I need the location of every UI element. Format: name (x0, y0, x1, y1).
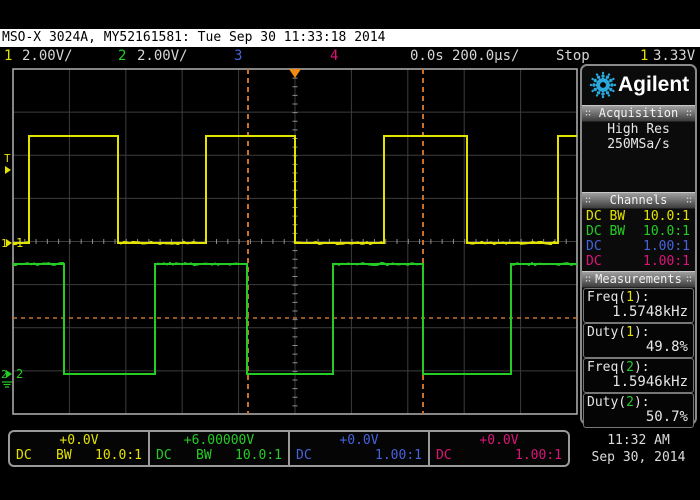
channel-row-2[interactable]: DC BW 10.0:1 (582, 224, 695, 239)
trigger-level[interactable]: 3.33V (653, 48, 695, 64)
grip-icon: ∷ (686, 272, 692, 287)
agilent-starburst-icon (588, 70, 618, 100)
measurements-header[interactable]: ∷ Measurements ∷ (582, 271, 695, 288)
grip-icon: ∷ (585, 193, 591, 208)
ch1-trace-label: 1 (16, 236, 23, 250)
grip-icon: ∷ (686, 106, 692, 121)
time: 11:32 AM (580, 432, 697, 449)
duty2-value: 50.7% (646, 409, 688, 425)
brand-name: Agilent (618, 73, 689, 97)
timebase[interactable]: 200.0µs/ (452, 48, 519, 64)
brand-area: Agilent (582, 66, 695, 105)
ch1-status-number[interactable]: 1 (4, 48, 12, 64)
oscilloscope-screen: MSO-X 3024A, MY52161581: Tue Sep 30 11:3… (0, 0, 700, 500)
acquisition-header[interactable]: ∷ Acquisition ∷ (582, 105, 695, 122)
ch4-status-number[interactable]: 4 (330, 48, 338, 64)
ch2-offset: +6.00000V (150, 433, 288, 448)
measurement-duty1[interactable]: Duty(1): 49.8% (583, 323, 694, 358)
channels-header[interactable]: ∷ Channels ∷ (582, 192, 695, 209)
ch3-status-number[interactable]: 3 (234, 48, 242, 64)
freq1-value: 1.5748kHz (612, 304, 688, 320)
ch1-settings-box[interactable]: +0.0V DCBW10.0:1 (10, 432, 150, 465)
ch3-settings-box[interactable]: +0.0V DC1.00:1 (290, 432, 430, 465)
channel-settings-bar: +0.0V DCBW10.0:1 +6.00000V DCBW10.0:1 +0… (8, 430, 570, 467)
trigger-level-arrow-icon (5, 166, 11, 174)
horizontal-delay[interactable]: 0.0s (410, 48, 444, 64)
ch4-settings-box[interactable]: +0.0V DC1.00:1 (430, 432, 568, 465)
ch2-scale[interactable]: 2.00V/ (137, 48, 188, 64)
ch2-ground-arrow-icon (6, 370, 12, 378)
channel-row-1[interactable]: DC BW 10.0:1 (582, 209, 695, 224)
measurement-freq1[interactable]: Freq(1): 1.5748kHz (583, 288, 694, 323)
measurement-duty2[interactable]: Duty(2): 50.7% (583, 393, 694, 428)
ch3-offset: +0.0V (290, 433, 428, 448)
grip-icon: ∷ (585, 272, 591, 287)
ch1-scale[interactable]: 2.00V/ (22, 48, 73, 64)
ch2-settings-box[interactable]: +6.00000V DCBW10.0:1 (150, 432, 290, 465)
freq2-value: 1.5946kHz (612, 374, 688, 390)
ch1-ground-arrow-icon (6, 239, 12, 247)
grip-icon: ∷ (585, 106, 591, 121)
sample-rate: 250MSa/s (582, 137, 695, 152)
acquisition-mode: High Res (582, 122, 695, 137)
waveform-display: T1122 (0, 66, 578, 428)
ch4-offset: +0.0V (430, 433, 568, 448)
ch2-status-number[interactable]: 2 (118, 48, 126, 64)
trigger-level-letter: T (4, 152, 11, 165)
channel-row-3[interactable]: DC 1.00:1 (582, 239, 695, 254)
ch1-offset: +0.0V (10, 433, 148, 448)
ch1-trace (13, 136, 577, 243)
sidebar: Agilent ∷ Acquisition ∷ High Res 250MSa/… (580, 64, 697, 425)
ch2-trace-label: 2 (16, 367, 23, 381)
trigger-source[interactable]: 1 (640, 48, 648, 64)
date: Sep 30, 2014 (580, 449, 697, 466)
acquisition-state: Stop (556, 48, 590, 64)
model-serial-datetime: MSO-X 3024A, MY52161581: Tue Sep 30 11:3… (2, 30, 386, 45)
measurement-freq2[interactable]: Freq(2): 1.5946kHz (583, 358, 694, 393)
duty1-value: 49.8% (646, 339, 688, 355)
channel-row-4[interactable]: DC 1.00:1 (582, 254, 695, 269)
title-band: MSO-X 3024A, MY52161581: Tue Sep 30 11:3… (0, 29, 700, 47)
grip-icon: ∷ (686, 193, 692, 208)
trigger-position-marker (289, 69, 301, 78)
clock: 11:32 AM Sep 30, 2014 (580, 432, 697, 468)
